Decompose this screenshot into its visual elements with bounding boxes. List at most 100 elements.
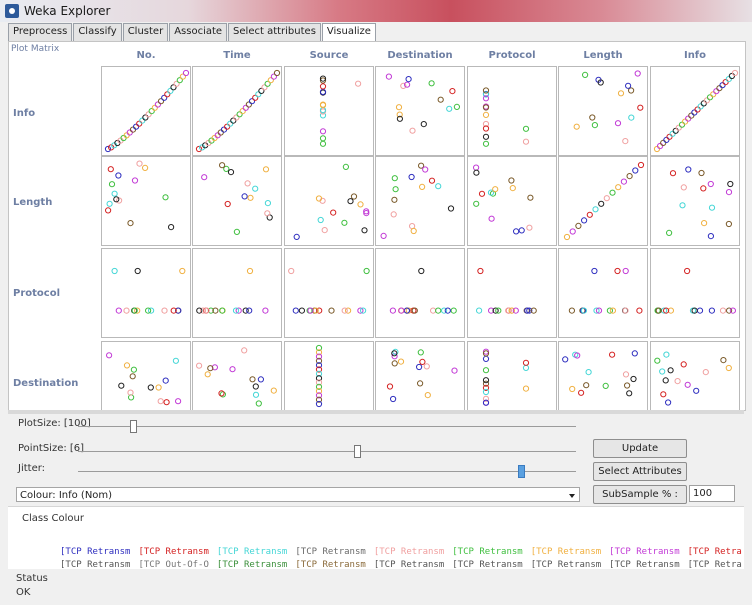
scatter-cell[interactable] <box>192 341 282 410</box>
row-label-info: Info <box>13 108 36 119</box>
scatter-cell[interactable] <box>101 248 191 338</box>
scatter-point <box>662 377 669 384</box>
scatter-point <box>522 138 530 145</box>
class-colour-entry[interactable]: [TCP Retransm <box>60 547 130 557</box>
scatter-cell[interactable] <box>192 156 282 246</box>
class-colour-entry[interactable]: [TCP Retransm <box>531 547 601 557</box>
scatter-cell[interactable] <box>284 66 374 156</box>
tab-cluster[interactable]: Cluster <box>122 23 169 41</box>
scatter-point <box>725 189 733 196</box>
point-size-slider[interactable] <box>78 451 576 452</box>
colour-select[interactable]: Colour: Info (Nom) <box>16 487 580 502</box>
scatter-cell[interactable] <box>284 341 374 410</box>
scatter-point <box>390 211 397 218</box>
scatter-cell[interactable] <box>101 156 191 246</box>
class-colour-entry[interactable]: [TCP Retransm <box>60 560 130 568</box>
class-colour-entry[interactable]: [TCP Retransm <box>609 547 679 557</box>
class-colour-entry[interactable]: [TCP Retra <box>688 547 742 557</box>
scatter-cell[interactable] <box>375 66 465 156</box>
tab-visualize[interactable]: Visualize <box>321 23 376 41</box>
scatter-point <box>196 307 203 314</box>
scatter-cell[interactable] <box>558 66 648 156</box>
scatter-cell[interactable] <box>192 66 282 156</box>
scatter-point <box>397 358 405 365</box>
scatter-point <box>347 198 354 205</box>
scatter-cell[interactable] <box>467 156 557 246</box>
col-header-length: Length <box>583 50 623 61</box>
scatter-cell[interactable] <box>650 341 740 410</box>
scatter-cell[interactable] <box>650 248 740 338</box>
scatter-point <box>230 117 237 124</box>
class-colour-entry[interactable]: [TCP Retransm <box>452 560 522 568</box>
scatter-point <box>684 381 691 388</box>
scatter-point <box>634 70 641 77</box>
scatter-point <box>725 364 732 372</box>
scatter-cell[interactable] <box>192 248 282 338</box>
class-colour-entry[interactable]: [TCP Retransm <box>138 547 208 557</box>
scatter-cell[interactable] <box>101 66 191 156</box>
scatter-point <box>578 389 585 396</box>
jitter-slider-thumb[interactable] <box>518 465 526 478</box>
scatter-point <box>563 233 571 241</box>
scatter-point <box>622 267 629 275</box>
scatter-point <box>508 177 515 184</box>
plot-matrix-panel: Plot Matrix No. Time Source Destination … <box>8 41 746 411</box>
scatter-point <box>417 380 424 387</box>
scatter-cell[interactable] <box>284 248 374 338</box>
scatter-cell[interactable] <box>467 66 557 156</box>
scatter-point <box>685 115 692 122</box>
scatter-cell[interactable] <box>467 341 557 410</box>
scatter-point <box>696 307 704 314</box>
scatter-cell[interactable] <box>650 66 740 156</box>
class-colour-entry[interactable]: [TCP Retransm <box>217 560 287 568</box>
scatter-point <box>698 169 705 177</box>
class-colour-entry[interactable]: [TCP Retransm <box>374 560 444 568</box>
scatter-cell[interactable] <box>467 248 557 338</box>
point-size-slider-thumb[interactable] <box>353 445 361 458</box>
scatter-cell[interactable] <box>558 156 648 246</box>
class-colour-entry[interactable]: [TCP Retransm <box>295 547 365 557</box>
plot-size-slider-thumb[interactable] <box>129 420 137 433</box>
scatter-point <box>665 399 672 406</box>
scatter-cell[interactable] <box>375 156 465 246</box>
split-divider[interactable] <box>8 410 744 414</box>
class-colour-entry[interactable]: [TCP Retransm <box>452 547 522 557</box>
scatter-cell[interactable] <box>375 341 465 410</box>
scatter-cell[interactable] <box>375 248 465 338</box>
subsample-input[interactable]: 100 <box>689 485 735 502</box>
class-colour-entry[interactable]: [TCP Retransm <box>217 547 287 557</box>
scatter-point <box>477 267 484 275</box>
scatter-point <box>678 121 686 128</box>
class-colour-entry[interactable]: [TCP Retransm <box>531 560 601 568</box>
class-colour-entry[interactable]: [TCP Retransm <box>374 547 444 557</box>
scatter-point <box>591 267 598 275</box>
scatter-point <box>449 88 456 95</box>
tab-select-attributes[interactable]: Select attributes <box>228 23 321 41</box>
title-bar: Weka Explorer <box>0 0 752 22</box>
tab-associate[interactable]: Associate <box>169 23 228 41</box>
plot-size-slider[interactable] <box>78 426 576 427</box>
scatter-cell[interactable] <box>558 248 648 338</box>
class-colour-entry[interactable]: [TCP Retra <box>688 560 742 568</box>
scatter-point <box>201 174 208 181</box>
tab-preprocess[interactable]: Preprocess <box>8 23 73 41</box>
scatter-point <box>628 87 635 94</box>
scatter-cell[interactable] <box>650 156 740 246</box>
class-colour-entry[interactable]: [TCP Retransm <box>295 560 365 568</box>
select-attributes-button[interactable]: Select Attributes <box>593 462 687 481</box>
class-colour-entry[interactable]: [TCP Out-Of-O <box>138 560 208 568</box>
scatter-point <box>522 125 530 132</box>
scatter-point <box>688 112 695 119</box>
scatter-cell[interactable] <box>101 341 191 410</box>
class-colour-entry[interactable]: [TCP Retransm <box>609 560 679 568</box>
scatter-cell[interactable] <box>558 341 648 410</box>
scatter-point <box>660 391 667 398</box>
jitter-slider[interactable] <box>78 471 576 472</box>
scatter-point <box>562 356 569 363</box>
plot-matrix-title: Plot Matrix <box>11 44 60 54</box>
scatter-cell[interactable] <box>284 156 374 246</box>
subsample-button[interactable]: SubSample % : <box>593 485 687 504</box>
update-button[interactable]: Update <box>593 439 687 458</box>
tab-classify[interactable]: Classify <box>73 23 122 41</box>
scatter-point <box>227 120 234 127</box>
